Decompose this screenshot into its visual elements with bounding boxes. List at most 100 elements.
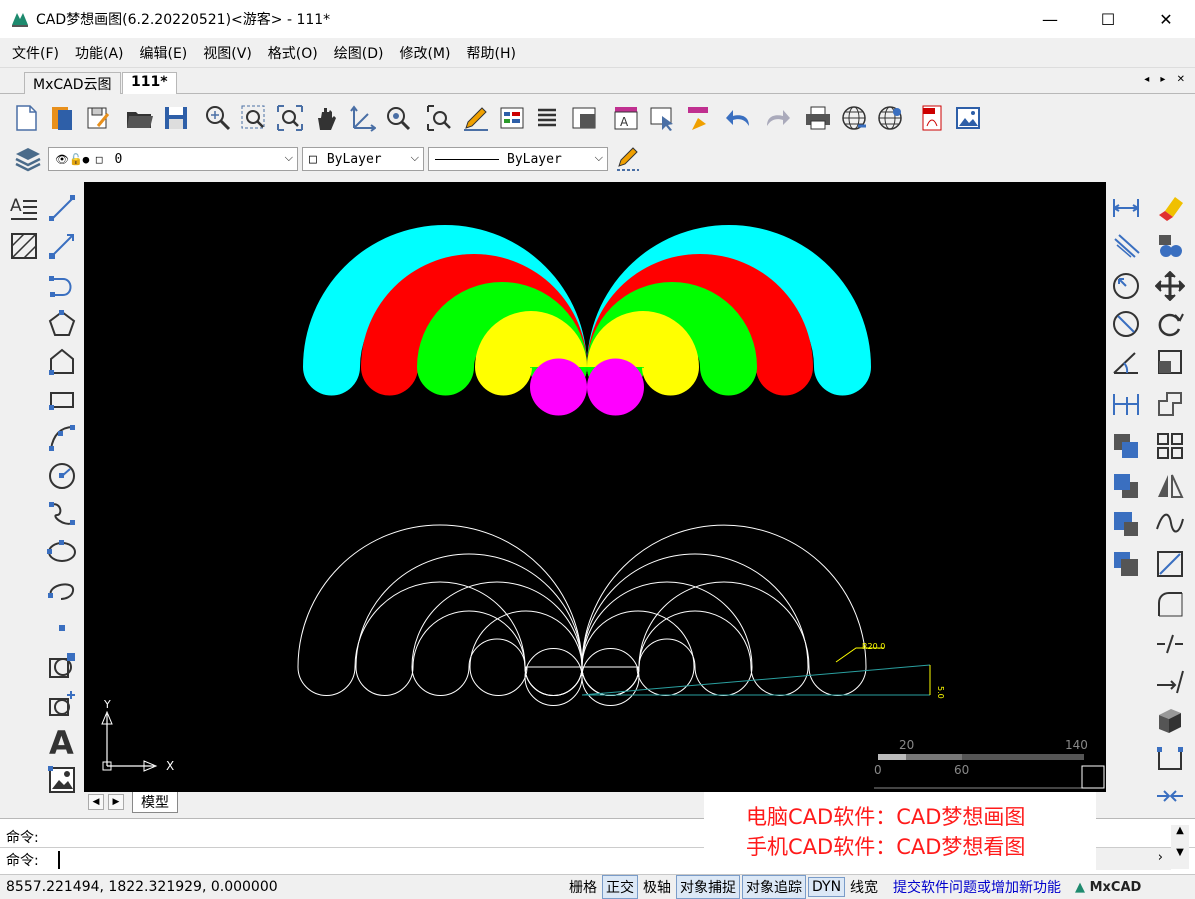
menu-format[interactable]: 格式(O) [268,43,318,63]
dim-angular-tool[interactable] [1110,346,1142,378]
draworder-back-tool[interactable] [1110,470,1142,502]
web-globe-button[interactable] [872,100,908,136]
zoom-extents-button[interactable] [272,100,308,136]
layer-select[interactable]: 👁🔓● □ 0 ⌵ [48,147,298,171]
menu-file[interactable]: 文件(F) [12,43,59,63]
block-button[interactable] [566,100,602,136]
block-make-tool[interactable] [46,650,78,682]
redo-button[interactable] [758,100,794,136]
minimize-button[interactable]: — [1021,0,1079,38]
polygon-tool[interactable] [46,308,78,340]
command-input[interactable] [58,851,60,869]
measure-button[interactable] [422,100,458,136]
color-select[interactable]: □ ByLayer ⌵ [302,147,424,171]
stretch-tool[interactable] [1154,388,1186,420]
select-button[interactable] [644,100,680,136]
match-prop-button[interactable] [680,100,716,136]
export-pdf-button[interactable] [914,100,950,136]
arc-tool[interactable] [46,422,78,454]
layout-next-button[interactable]: ▶ [108,794,124,810]
point-tool[interactable] [46,612,78,644]
linetype-select[interactable]: ByLayer ⌵ [428,147,608,171]
menu-modify[interactable]: 修改(M) [399,43,450,63]
layer-manager-button[interactable] [8,141,48,177]
open-template-button[interactable] [44,100,80,136]
zoom-window-button[interactable] [236,100,272,136]
properties-button[interactable] [494,100,530,136]
extend-tool[interactable] [1154,666,1186,698]
fillet-tool[interactable] [1154,588,1186,620]
tab-model[interactable]: 模型 [132,791,178,813]
zoom-realtime-button[interactable] [200,100,236,136]
ray-tool[interactable] [46,230,78,262]
join-tool[interactable] [1154,780,1186,812]
circle-tool[interactable] [46,460,78,492]
draworder-under-tool[interactable] [1110,548,1142,580]
tab-111[interactable]: 111* [122,72,177,94]
draworder-front-tool[interactable] [1110,430,1142,462]
dim-diameter-tool[interactable] [1110,308,1142,340]
toggle-dyn[interactable]: DYN [808,877,846,897]
menu-edit[interactable]: 编辑(E) [140,43,188,63]
raster-image-tool[interactable] [46,764,78,796]
feedback-link[interactable]: 提交软件问题或增加新功能 [893,877,1061,897]
erase-tool[interactable] [1154,192,1186,224]
rotate-tool[interactable] [1154,308,1186,340]
layout-prev-button[interactable]: ◀ [88,794,104,810]
layer-match-button[interactable] [612,141,644,177]
save-button[interactable] [158,100,194,136]
command-scrollbar[interactable]: ▲ ▼ [1171,825,1189,869]
menu-help[interactable]: 帮助(H) [466,43,515,63]
polyline-tool[interactable] [46,270,78,302]
ucs-button[interactable] [344,100,380,136]
line-tool[interactable] [46,192,78,224]
toggle-osnap[interactable]: 对象捕捉 [676,875,740,899]
insert-block-tool[interactable] [46,688,78,720]
drawing-canvas[interactable]: R20.0 5.0 Y X 20 140 0 60 [84,182,1106,792]
menu-view[interactable]: 视图(V) [203,43,252,63]
maximize-button[interactable]: ☐ [1079,0,1137,38]
dim-radius-tool[interactable] [1110,270,1142,302]
dim-linear-tool[interactable] [1110,192,1142,224]
edit-pen-button[interactable] [458,100,494,136]
explode-tool[interactable] [1154,742,1186,774]
copy-tool[interactable] [1154,230,1186,262]
new-file-button[interactable] [8,100,44,136]
tab-navigation[interactable]: ◂ ▸ ✕ [1144,74,1189,85]
horizontal-scrollbar[interactable]: › [1096,848,1171,870]
chamfer-tool[interactable] [1154,548,1186,580]
close-button[interactable]: ✕ [1137,0,1195,38]
list-button[interactable] [530,100,566,136]
menu-function[interactable]: 功能(A) [75,43,124,63]
cloud-globe-button[interactable] [836,100,872,136]
draworder-above-tool[interactable] [1110,508,1142,540]
ellipse-tool[interactable] [46,536,78,568]
extrude-tool[interactable] [1154,704,1186,736]
text-style-button[interactable]: A [608,100,644,136]
insert-image-button[interactable] [950,100,986,136]
zoom-target-button[interactable] [380,100,416,136]
toggle-otrack[interactable]: 对象追踪 [742,875,806,899]
array-tool[interactable] [1154,430,1186,462]
toggle-grid[interactable]: 栅格 [566,876,600,898]
open-folder-button[interactable] [122,100,158,136]
undo-button[interactable] [722,100,758,136]
toggle-lineweight[interactable]: 线宽 [847,876,881,898]
move-tool[interactable] [1154,270,1186,302]
ellipse-arc-tool[interactable] [46,574,78,606]
dim-continue-tool[interactable] [1110,388,1142,420]
menu-draw[interactable]: 绘图(D) [334,43,384,63]
single-text-tool[interactable]: A [46,726,78,758]
tab-mxcad-cloud[interactable]: MxCAD云图 [24,72,121,94]
offset-tool[interactable] [1154,508,1186,540]
save-draft-button[interactable] [80,100,116,136]
toggle-polar[interactable]: 极轴 [640,876,674,898]
rectangle-tool[interactable] [46,384,78,416]
hatch-tool[interactable] [8,230,40,262]
pan-button[interactable] [308,100,344,136]
break-tool[interactable] [1154,628,1186,660]
toggle-ortho[interactable]: 正交 [602,875,638,899]
scale-tool[interactable] [1154,346,1186,378]
spline-tool[interactable] [46,498,78,530]
mirror-tool[interactable] [1154,470,1186,502]
